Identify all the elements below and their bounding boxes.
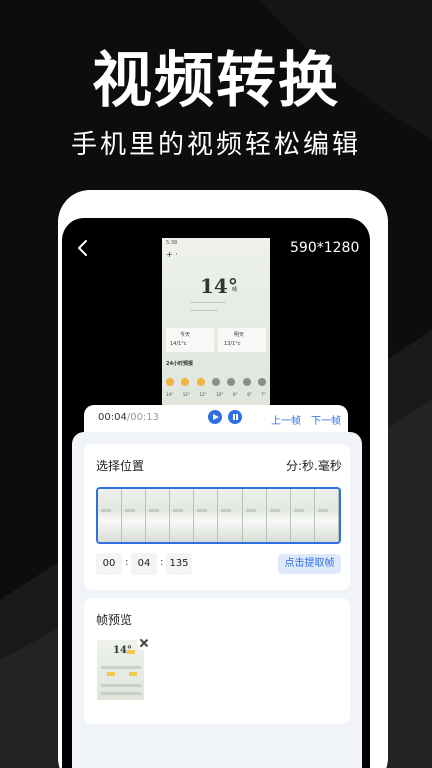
preview-detail-line: ————————— [190,300,226,305]
time-colon: : [160,557,164,568]
seconds-field[interactable]: 04 [131,553,157,575]
video-dimensions: 590*1280 [290,240,360,256]
time-colon: : [125,557,129,568]
frame-thumb [170,489,195,542]
select-position-label: 选择位置 [96,459,145,473]
frame-thumb [218,489,243,542]
preview-tomorrow-card: 明天 13/1°c [218,328,266,352]
frame-thumb [290,489,315,542]
back-arrow-icon[interactable] [74,238,94,258]
frame-preview-label: 帧预览 [96,613,133,627]
time-unit-label: 分:秒.毫秒 [286,459,342,473]
preview-hourly-temps: 14° 12° 12° 10° 9° 8° 7° [166,392,266,397]
frame-strip[interactable] [96,487,341,544]
preview-condition: 晴 [232,287,238,293]
preview-detail-line: ——————— [190,308,218,313]
extracted-frame-thumb[interactable]: 14° [97,640,144,700]
hero-title: 视频转换 [92,46,340,116]
moon-icon [257,378,266,386]
prev-frame-button[interactable]: 上一帧 [271,412,301,427]
moon-icon [211,378,220,386]
extract-frame-button[interactable]: 点击提取帧 [278,554,341,574]
next-frame-button[interactable]: 下一帧 [311,412,341,427]
frame-thumb [242,489,267,542]
preview-today-card: 今天 14/1°c [166,328,214,352]
minutes-field[interactable]: 00 [96,553,122,575]
preview-add-icon: + · [166,250,178,259]
moon-icon [242,378,251,386]
playback-time: 00:04/00:13 [98,412,160,423]
frame-thumb [194,489,219,542]
sun-icon [196,378,205,386]
milliseconds-field[interactable]: 135 [166,553,192,575]
frame-thumb [314,489,339,542]
pause-button[interactable] [228,410,242,424]
sun-icon [166,378,174,386]
preview-weather-icons [166,378,266,386]
hero-subtitle: 手机里的视频轻松编辑 [70,130,361,160]
preview-forecast-label: 24小时预报 [166,361,193,367]
frame-thumb [98,489,123,542]
video-preview: 5:38 + · 14° 晴 ————————— ——————— 今天 14/1… [162,238,270,408]
frame-thumb [266,489,291,542]
frame-thumb [146,489,171,542]
sun-icon [181,378,190,386]
play-button[interactable] [208,410,222,424]
close-icon[interactable] [137,636,151,650]
frame-thumb [122,489,147,542]
preview-status-bar: 5:38 [166,240,178,246]
moon-icon [227,378,236,386]
